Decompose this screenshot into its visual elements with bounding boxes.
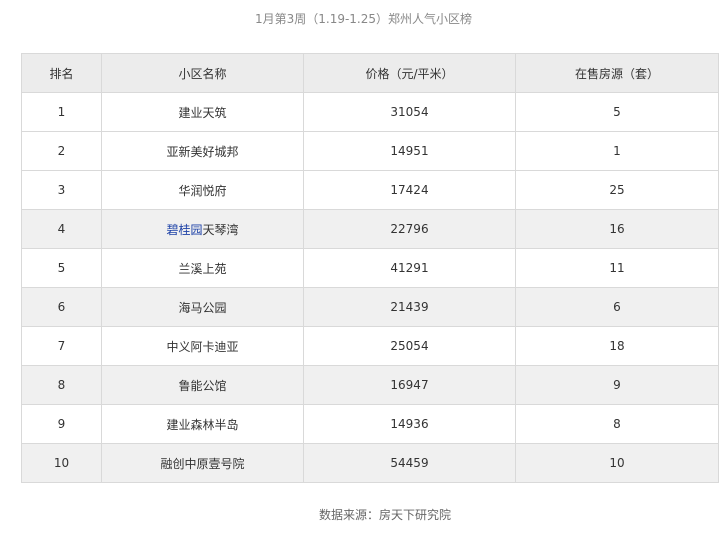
table-row: 5 兰溪上苑 41291 11 [21, 248, 719, 288]
cell-listings: 8 [515, 404, 719, 444]
cell-price: 54459 [303, 443, 516, 483]
table-row: 10 融创中原壹号院 54459 10 [21, 443, 719, 483]
cell-name: 融创中原壹号院 [101, 443, 304, 483]
table-header-row: 排名 小区名称 价格（元/平米） 在售房源（套） [21, 53, 719, 93]
cell-name: 鲁能公馆 [101, 365, 304, 405]
cell-rank: 8 [21, 365, 102, 405]
cell-name: 兰溪上苑 [101, 248, 304, 288]
community-name: 亚新美好城邦 [166, 144, 239, 159]
cell-rank: 10 [21, 443, 102, 483]
header-name: 小区名称 [101, 53, 304, 93]
cell-price: 21439 [303, 287, 516, 327]
cell-listings: 10 [515, 443, 719, 483]
cell-listings: 9 [515, 365, 719, 405]
cell-price: 41291 [303, 248, 516, 288]
cell-name: 建业天筑 [101, 92, 304, 132]
table-row: 9 建业森林半岛 14936 8 [21, 404, 719, 444]
cell-price: 14936 [303, 404, 516, 444]
community-name: 天琴湾 [202, 222, 239, 237]
community-name: 中义阿卡迪亚 [166, 339, 239, 354]
cell-rank: 5 [21, 248, 102, 288]
community-name: 融创中原壹号院 [160, 456, 245, 471]
community-name: 建业森林半岛 [166, 417, 239, 432]
community-name: 建业天筑 [178, 105, 227, 120]
cell-price: 25054 [303, 326, 516, 366]
table-row: 8 鲁能公馆 16947 9 [21, 365, 719, 405]
cell-listings: 25 [515, 170, 719, 210]
cell-name: 中义阿卡迪亚 [101, 326, 304, 366]
cell-price: 17424 [303, 170, 516, 210]
table-caption: 1月第3周（1.19-1.25）郑州人气小区榜 [254, 12, 473, 26]
data-source-note: 数据来源：房天下研究院 [318, 508, 451, 522]
cell-price: 31054 [303, 92, 516, 132]
cell-listings: 16 [515, 209, 719, 249]
cell-name: 海马公园 [101, 287, 304, 327]
header-listings: 在售房源（套） [515, 53, 719, 93]
table-row: 4 碧桂园天琴湾 22796 16 [21, 209, 719, 249]
cell-price: 16947 [303, 365, 516, 405]
cell-name: 建业森林半岛 [101, 404, 304, 444]
cell-price: 14951 [303, 131, 516, 171]
table-row: 1 建业天筑 31054 5 [21, 92, 719, 132]
cell-rank: 3 [21, 170, 102, 210]
cell-rank: 9 [21, 404, 102, 444]
table-row: 2 亚新美好城邦 14951 1 [21, 131, 719, 171]
ranking-table: 排名 小区名称 价格（元/平米） 在售房源（套） 1 建业天筑 31054 5 … [21, 53, 719, 483]
cell-name: 华润悦府 [101, 170, 304, 210]
table-row: 6 海马公园 21439 6 [21, 287, 719, 327]
cell-rank: 7 [21, 326, 102, 366]
header-rank: 排名 [21, 53, 102, 93]
cell-rank: 1 [21, 92, 102, 132]
table-row: 3 华润悦府 17424 25 [21, 170, 719, 210]
cell-name: 碧桂园天琴湾 [101, 209, 304, 249]
cell-rank: 6 [21, 287, 102, 327]
cell-listings: 6 [515, 287, 719, 327]
community-name: 华润悦府 [178, 183, 227, 198]
cell-price: 22796 [303, 209, 516, 249]
cell-listings: 11 [515, 248, 719, 288]
community-link[interactable]: 碧桂园 [166, 223, 202, 237]
community-name: 兰溪上苑 [178, 261, 227, 276]
cell-rank: 2 [21, 131, 102, 171]
table-row: 7 中义阿卡迪亚 25054 18 [21, 326, 719, 366]
community-name: 鲁能公馆 [178, 378, 227, 393]
cell-name: 亚新美好城邦 [101, 131, 304, 171]
header-price: 价格（元/平米） [303, 53, 516, 93]
cell-listings: 5 [515, 92, 719, 132]
cell-listings: 1 [515, 131, 719, 171]
cell-listings: 18 [515, 326, 719, 366]
cell-rank: 4 [21, 209, 102, 249]
community-name: 海马公园 [178, 300, 227, 315]
